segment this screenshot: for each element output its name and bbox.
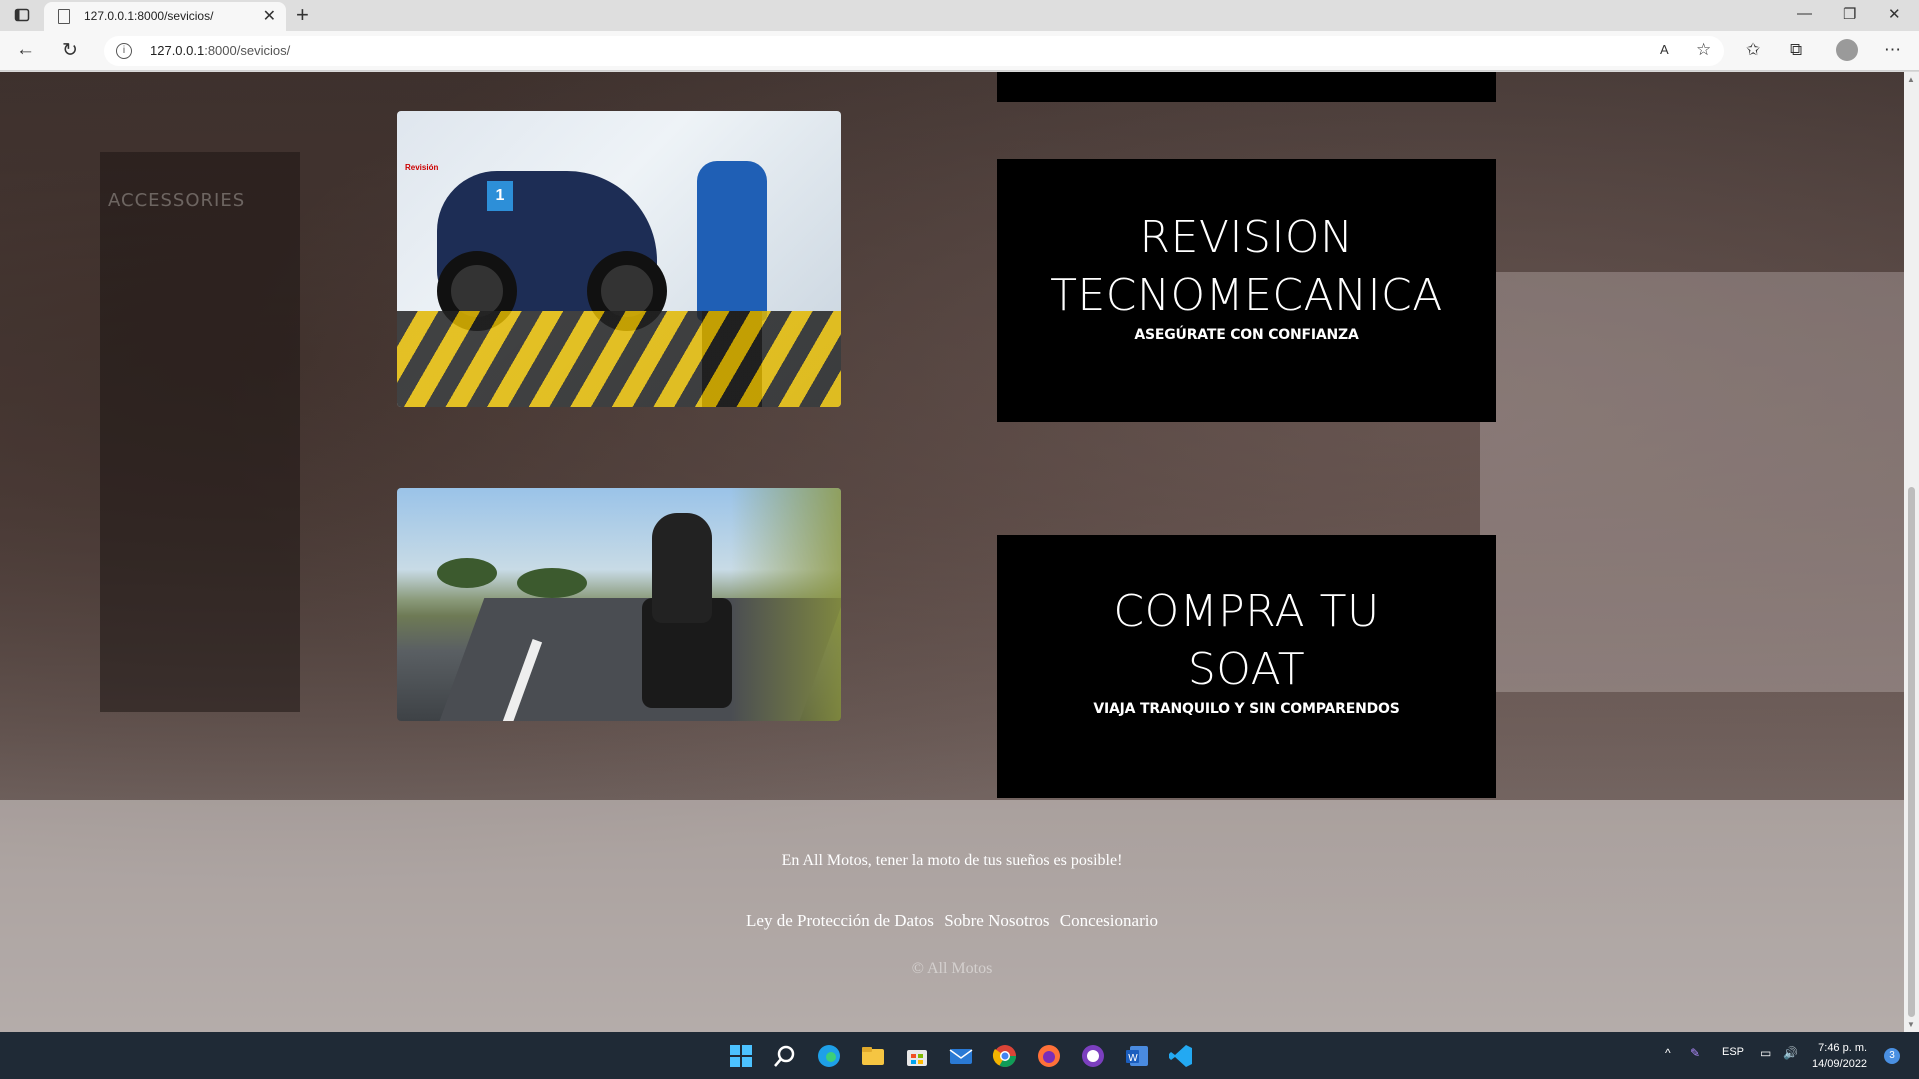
store-icon[interactable] [904, 1043, 930, 1069]
favorites-icon[interactable]: ✩ [1746, 40, 1760, 60]
edge-icon[interactable] [816, 1043, 842, 1069]
search-icon[interactable] [772, 1043, 798, 1069]
scroll-down-icon[interactable]: ▼ [1907, 1020, 1915, 1029]
firefox-icon[interactable] [1036, 1043, 1062, 1069]
mechanic-shape [697, 161, 767, 321]
service-card-previous [997, 72, 1496, 102]
footer-link-about[interactable]: Sobre Nosotros [944, 911, 1049, 930]
service-subtitle: ASEGÚRATE CON CONFIANZA [1134, 327, 1359, 343]
scrollbar-thumb[interactable] [1908, 487, 1915, 1017]
network-icon[interactable]: ▭ [1760, 1046, 1771, 1060]
reload-button[interactable]: ↻ [62, 39, 78, 62]
back-button[interactable]: ← [16, 39, 35, 61]
start-icon[interactable] [728, 1043, 754, 1069]
tree-shape [437, 558, 497, 588]
page-scrollbar[interactable]: ▲ ▼ [1904, 72, 1919, 1032]
vscode-icon[interactable] [1168, 1043, 1194, 1069]
motion-blur [731, 488, 841, 721]
address-bar[interactable]: i 127.0.0.1:8000/sevicios/ [104, 36, 1724, 66]
page-icon [58, 9, 70, 24]
close-tab-icon[interactable]: ✕ [263, 6, 276, 26]
file-explorer-icon[interactable] [860, 1043, 886, 1069]
page-viewport: ACCESSORIES Revisión 1 REVISION TECNOMEC… [0, 72, 1904, 1032]
word-icon[interactable]: W [1124, 1043, 1150, 1069]
tray-chevron-icon[interactable]: ^ [1665, 1046, 1671, 1060]
tecnomecanica-image: Revisión 1 [397, 111, 841, 407]
volume-icon[interactable]: 🔊 [1783, 1046, 1798, 1060]
footer-tagline: En All Motos, tener la moto de tus sueño… [781, 852, 1123, 869]
revision-logo: Revisión [405, 163, 439, 172]
service-title: COMPRA TU SOAT [1113, 586, 1380, 695]
chrome-icon[interactable] [992, 1043, 1018, 1069]
mail-icon[interactable] [948, 1043, 974, 1069]
notification-badge[interactable]: 3 [1884, 1048, 1900, 1064]
jacket-rack [100, 152, 300, 712]
clock[interactable]: 7:46 p. m. 14/09/2022 [1812, 1040, 1867, 1072]
github-desktop-icon[interactable] [1080, 1043, 1106, 1069]
tab-bar: 127.0.0.1:8000/sevicios/ ✕ + — ❐ ✕ [0, 0, 1919, 31]
service-subtitle: VIAJA TRANQUILO Y SIN COMPARENDOS [1093, 701, 1400, 717]
number-tag: 1 [487, 181, 513, 211]
footer-link-privacy[interactable]: Ley de Protección de Datos [746, 911, 934, 930]
tab-title: 127.0.0.1:8000/sevicios/ [84, 9, 214, 23]
restore-button[interactable]: ❐ [1843, 5, 1856, 23]
language-indicator[interactable]: ESP [1722, 1046, 1744, 1058]
browser-toolbar: ← ↻ i 127.0.0.1:8000/sevicios/ A ☆ ✩ ⧉ ⋯ [0, 31, 1919, 71]
pen-icon[interactable]: ✎ [1690, 1046, 1700, 1060]
scroll-up-icon[interactable]: ▲ [1907, 75, 1915, 84]
footer-copyright: © All Motos [911, 960, 993, 977]
minimize-button[interactable]: — [1797, 5, 1812, 22]
new-tab-button[interactable]: + [296, 2, 309, 28]
settings-menu-icon[interactable]: ⋯ [1884, 40, 1901, 60]
history-wall [1480, 272, 1904, 692]
svg-text:W: W [1128, 1053, 1138, 1064]
service-card-tecnomecanica[interactable]: REVISION TECNOMECANICA ASEGÚRATE CON CON… [997, 159, 1496, 422]
tree-shape [517, 568, 587, 598]
site-info-icon[interactable]: i [116, 43, 132, 59]
footer-link-dealership[interactable]: Concesionario [1060, 911, 1158, 930]
tab-actions-icon[interactable] [14, 7, 30, 23]
profile-avatar[interactable] [1836, 39, 1858, 61]
soat-image [397, 488, 841, 721]
url-text: 127.0.0.1:8000/sevicios/ [150, 43, 291, 58]
taskbar: W ^ ✎ ESP ▭ 🔊 7:46 p. m. 14/09/2022 3 [0, 1032, 1919, 1079]
collections-icon[interactable]: ⧉ [1790, 40, 1802, 60]
service-card-soat[interactable]: COMPRA TU SOAT VIAJA TRANQUILO Y SIN COM… [997, 535, 1496, 798]
footer-links: Ley de Protección de Datos Sobre Nosotro… [0, 911, 1904, 931]
rider-shape [652, 513, 712, 623]
read-aloud-icon[interactable]: A [1660, 42, 1669, 57]
service-title: REVISION TECNOMECANICA [1050, 212, 1443, 321]
browser-tab[interactable]: 127.0.0.1:8000/sevicios/ ✕ [44, 2, 286, 31]
add-favorite-icon[interactable]: ☆ [1696, 40, 1711, 60]
close-window-button[interactable]: ✕ [1888, 5, 1901, 23]
accessories-sign: ACCESSORIES [108, 190, 246, 211]
lift-platform [397, 311, 841, 407]
site-footer: En All Motos, tener la moto de tus sueño… [0, 800, 1904, 1032]
